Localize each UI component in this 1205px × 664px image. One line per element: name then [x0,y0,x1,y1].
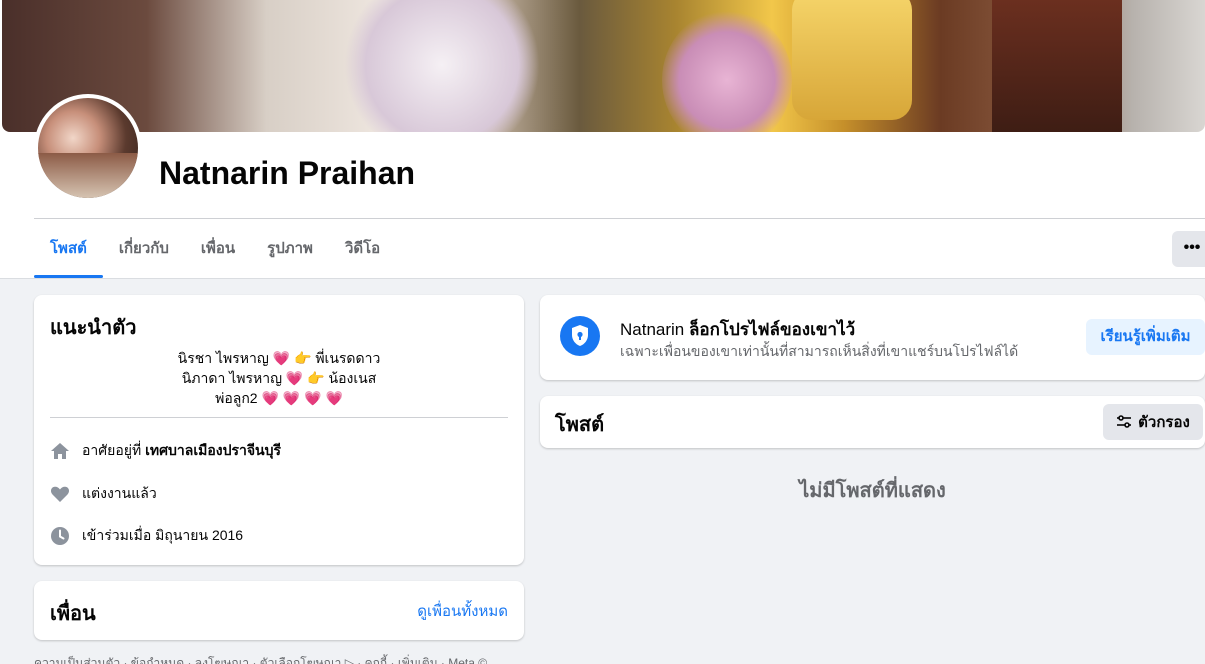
joined-date: เข้าร่วมเมื่อ มิถุนายน 2016 [82,527,244,543]
locked-subtitle: เฉพาะเพื่อนของเขาเท่านั้นที่สามารถเห็นสิ… [620,343,1019,359]
no-posts-message: ไม่มีโพสต์ที่แสดง [799,480,946,502]
filter-icon [1117,415,1132,428]
joined-row: เข้าร่วมเมื่อ มิถุนายน 2016 [50,525,243,547]
posts-title: โพสต์ [555,414,605,436]
intro-card: แนะนำตัว นิรชา ไพรหาญ 💗 👉 พี่เนรดดาว นิภ… [34,295,524,565]
tab-videos[interactable]: วิดีโอ [329,224,396,278]
avatar[interactable] [34,94,142,202]
bio-line: นิรชา ไพรหาญ 💗 👉 พี่เนรดดาว [177,350,381,366]
locked-profile-card: Natnarin ล็อกโปรไฟล์ของเขาไว้ เฉพาะเพื่อ… [540,295,1205,380]
heart-icon [50,484,70,504]
tab-posts[interactable]: โพสต์ [34,224,103,278]
tab-about[interactable]: เกี่ยวกับ [103,224,185,278]
home-icon [50,441,70,461]
lives-place[interactable]: เทศบาลเมืองปราจีนบุรี [145,440,281,462]
friends-title: เพื่อน [50,603,96,625]
header-divider [34,218,1205,219]
bio-line: นิภาดา ไพรหาญ 💗 👉 น้องเนส [181,370,377,386]
filter-button[interactable]: ตัวกรอง [1103,404,1203,440]
bio-line: พ่อลูก2 💗 💗 💗 💗 [215,390,343,406]
see-all-friends-link[interactable]: ดูเพื่อนทั้งหมด [417,599,508,623]
intro-bio: นิรชา ไพรหาญ 💗 👉 พี่เนรดดาว นิภาดา ไพรหา… [34,348,524,408]
locked-name: Natnarin [620,320,685,339]
locked-title-text: ล็อกโปรไฟล์ของเขาไว้ [689,320,856,339]
tab-photos[interactable]: รูปภาพ [251,224,329,278]
relationship-status: แต่งงานแล้ว [82,485,157,501]
tab-friends[interactable]: เพื่อน [185,224,251,278]
friends-card: เพื่อน ดูเพื่อนทั้งหมด [34,581,524,640]
lives-prefix: อาศัยอยู่ที่ [82,442,142,458]
intro-title: แนะนำตัว [50,317,137,339]
intro-divider [50,417,508,418]
posts-header-card: โพสต์ ตัวกรอง [540,396,1205,448]
profile-tabs: โพสต์ เกี่ยวกับ เพื่อน รูปภาพ วิดีโอ [34,224,396,278]
locked-title: Natnarin ล็อกโปรไฟล์ของเขาไว้ [620,316,855,343]
footer-links[interactable]: ความเป็นส่วนตัว · ข้อกำหนด · ลงโฆษณา · ต… [34,654,487,664]
filter-label: ตัวกรอง [1138,414,1190,431]
relationship-row: แต่งงานแล้ว [50,483,157,505]
lives-in-row: อาศัยอยู่ที่ เทศบาลเมืองปราจีนบุรี [50,440,281,462]
shield-lock-icon [560,316,600,356]
cover-photo[interactable] [2,0,1205,132]
learn-more-button[interactable]: เรียนรู้เพิ่มเติม [1086,319,1205,355]
profile-name: Natnarin Praihan [159,155,416,191]
more-options-button[interactable]: ••• [1172,231,1205,267]
clock-icon [50,526,70,546]
